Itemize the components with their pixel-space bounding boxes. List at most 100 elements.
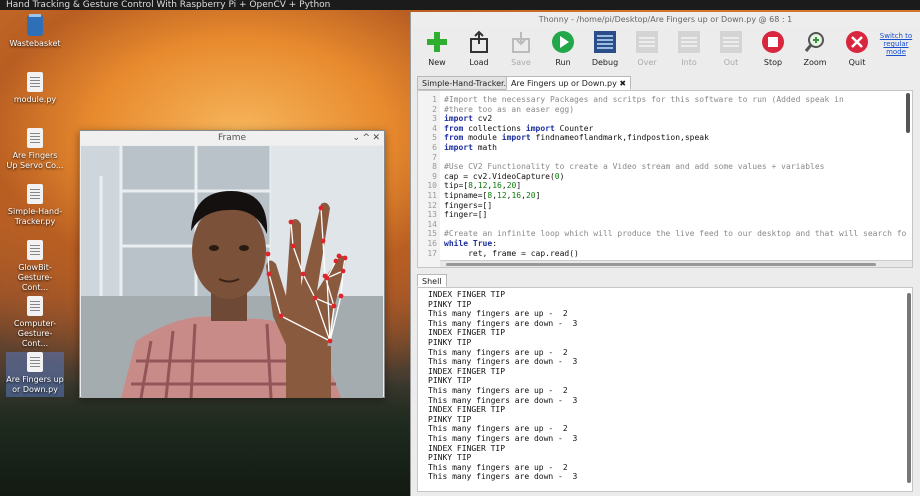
shell-line: This many fingers are down - 3 (428, 318, 578, 328)
desktop-icon-simple-hand-tracker[interactable]: Simple-Hand-Tracker.py (6, 184, 64, 227)
run-button[interactable]: Run (543, 28, 583, 67)
code-line[interactable]: #Use CV2 Functionality to create a Video… (444, 162, 906, 172)
code-line[interactable]: import math (444, 143, 906, 153)
save-button[interactable]: Save (501, 28, 541, 67)
code-line[interactable]: fingers=[] (444, 201, 906, 211)
python-file-icon (27, 72, 43, 92)
desktop-icon-computer-gesture[interactable]: Computer-Gesture-Cont... (6, 296, 64, 349)
shell-line: INDEX FINGER TIP (428, 405, 506, 415)
new-button[interactable]: New (417, 28, 457, 67)
code-line[interactable]: finger=[] (444, 210, 906, 220)
code-line[interactable]: ​ (444, 153, 906, 163)
desktop-icon-label: GlowBit-Gesture-Cont... (17, 263, 53, 292)
frame-window[interactable]: Frame ⌄ ^ ✕ (79, 130, 385, 398)
line-number: 7 (432, 152, 437, 162)
editor-vertical-scrollbar[interactable] (906, 93, 910, 133)
shell-line: PINKY TIP (428, 337, 472, 347)
quit-label: Quit (848, 58, 866, 67)
quit-button[interactable]: Quit (837, 28, 877, 67)
shell-line: PINKY TIP (428, 299, 472, 309)
python-file-icon (27, 352, 43, 372)
code-line[interactable]: import cv2 (444, 114, 906, 124)
debug-button[interactable]: Debug (585, 28, 625, 67)
video-title-strip: Hand Tracking & Gesture Control With Ras… (0, 0, 920, 10)
camera-feed-image (81, 146, 383, 398)
line-number: 9 (432, 171, 437, 181)
step-over-button[interactable]: Over (627, 28, 667, 67)
code-line[interactable]: from module import findnameoflandmark,fi… (444, 133, 906, 143)
code-line[interactable]: cap = cv2.VideoCapture(0) (444, 172, 906, 182)
code-line[interactable]: tip=[8,12,16,20] (444, 181, 906, 191)
line-number: 12 (427, 200, 437, 210)
shell-line: This many fingers are up - 2 (428, 424, 568, 434)
zoom-label: Zoom (803, 58, 827, 67)
shell-line: This many fingers are down - 3 (428, 395, 578, 405)
line-number: 11 (427, 190, 437, 200)
frame-title: Frame (217, 133, 247, 143)
code-line[interactable]: #Import the necessary Packages and scrit… (444, 95, 906, 105)
editor-horizontal-scrollbar[interactable] (440, 260, 912, 267)
step-out-button[interactable]: Out (711, 28, 751, 67)
step-over-label: Over (637, 58, 657, 67)
code-editor[interactable]: 1 2 3 4 5 6 7 8 9 10 11 12 13 14 15 16 17 #Import the ne… (417, 90, 913, 268)
step-out-icon (719, 30, 743, 54)
shell-line: This many fingers are up - 2 (428, 309, 568, 319)
maximize-icon[interactable]: ^ (362, 131, 370, 145)
switch-to-regular-mode-link[interactable]: Switch to regular mode (879, 32, 913, 56)
python-file-icon (27, 184, 43, 204)
code-line[interactable]: while True: (444, 239, 906, 249)
line-number: 16 (427, 238, 437, 248)
code-line[interactable]: ret, frame = cap.read() (444, 249, 906, 259)
shell-line: PINKY TIP (428, 453, 472, 463)
shell-line: INDEX FINGER TIP (428, 328, 506, 338)
shell-line: PINKY TIP (428, 414, 472, 424)
run-icon (551, 30, 575, 54)
desktop-icon-module-py[interactable]: module.py (6, 72, 64, 105)
line-number: 10 (427, 181, 437, 191)
zoom-button[interactable]: Zoom (795, 28, 835, 67)
save-icon (509, 30, 533, 54)
shell-line: This many fingers are down - 3 (428, 433, 578, 443)
code-line[interactable]: tipname=[8,12,16,20] (444, 191, 906, 201)
line-number-gutter: 1 2 3 4 5 6 7 8 9 10 11 12 13 14 15 16 17 (418, 91, 440, 267)
minimize-icon[interactable]: ⌄ (352, 131, 360, 145)
desktop-icon-label: Computer-Gesture-Cont... (13, 319, 57, 348)
thonny-titlebar[interactable]: Thonny - /home/pi/Desktop/Are Fingers up… (411, 12, 920, 27)
code-line[interactable]: #there too as an easer egg) (444, 105, 906, 115)
shell-output[interactable]: INDEX FINGER TIP PINKY TIP This many finge… (417, 287, 913, 492)
desktop-icon-are-fingers-up-or-down[interactable]: Are Fingers up or Down.py (6, 352, 64, 397)
load-button[interactable]: Load (459, 28, 499, 67)
shell-scrollbar[interactable] (907, 293, 911, 483)
line-number: 6 (432, 142, 437, 152)
code-line[interactable]: #Create an infinite loop which will prod… (444, 229, 906, 239)
frame-titlebar[interactable]: Frame ⌄ ^ ✕ (80, 131, 384, 145)
line-number: 17 (427, 248, 437, 258)
thonny-window[interactable]: Thonny - /home/pi/Desktop/Are Fingers up… (410, 12, 920, 496)
camera-feed (81, 146, 383, 398)
tab-shell[interactable]: Shell (417, 274, 447, 287)
save-label: Save (511, 58, 531, 67)
close-icon[interactable]: ✕ (372, 131, 380, 145)
line-number: 4 (432, 123, 437, 133)
code-line[interactable]: from collections import Counter (444, 124, 906, 134)
code-line[interactable]: ​ (444, 220, 906, 230)
shell-line: This many fingers are up - 2 (428, 347, 568, 357)
line-number: 5 (432, 133, 437, 143)
line-number: 3 (432, 114, 437, 124)
stop-button[interactable]: Stop (753, 28, 793, 67)
load-label: Load (469, 58, 489, 67)
code-text[interactable]: #Import the necessary Packages and scrit… (444, 95, 906, 258)
line-number: 8 (432, 162, 437, 172)
shell-line: This many fingers are up - 2 (428, 462, 568, 472)
step-into-button[interactable]: Into (669, 28, 709, 67)
step-into-label: Into (681, 58, 697, 67)
python-file-icon (27, 128, 43, 148)
step-into-icon (677, 30, 701, 54)
desktop-icon-are-fingers-up-servo[interactable]: Are Fingers Up Servo Co... (6, 128, 64, 171)
debug-label: Debug (591, 58, 619, 67)
desktop-icon-wastebasket[interactable]: Wastebasket (6, 14, 64, 49)
desktop-icon-glowbit[interactable]: GlowBit-Gesture-Cont... (6, 240, 64, 293)
tab-are-fingers-up-or-down[interactable]: Are Fingers up or Down.py ✖ (506, 76, 632, 90)
line-number: 15 (427, 229, 437, 239)
new-icon (425, 30, 449, 54)
